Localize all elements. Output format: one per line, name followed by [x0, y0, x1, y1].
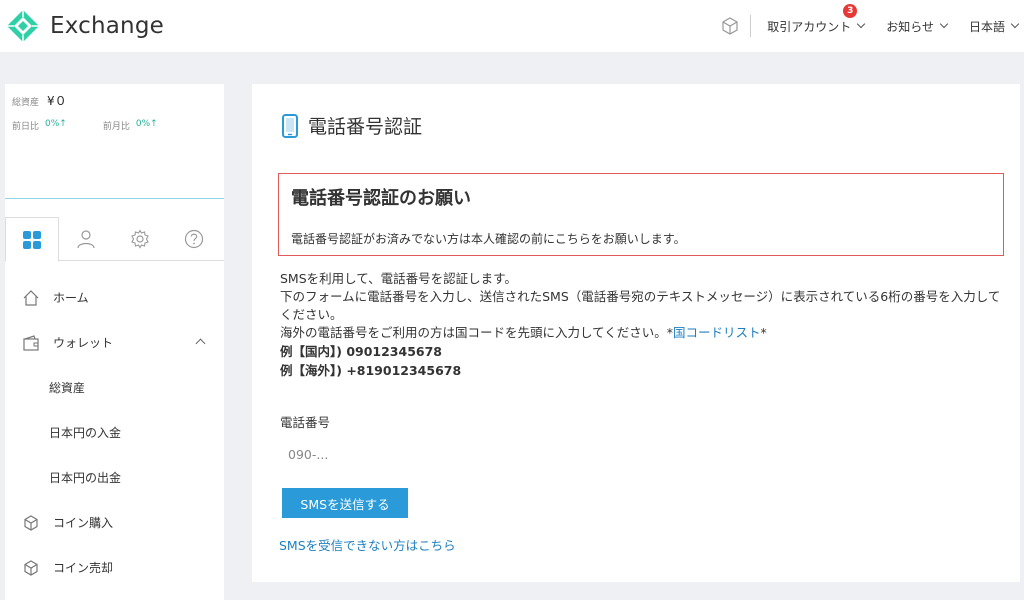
sidebar-item-label: 日本円の出金: [49, 471, 122, 485]
instruction-line: 下のフォームに電話番号を入力し、送信されたSMS（電話番号宛のテキストメッセージ…: [280, 289, 1001, 322]
account-label: 取引アカウント: [767, 19, 852, 34]
sms-help-link[interactable]: SMSを受信できない方はこちら: [279, 535, 456, 554]
sidebar-item-total-assets[interactable]: 総資産: [5, 365, 224, 410]
sidebar-item-label: 総資産: [49, 381, 86, 395]
balance-value: ¥０: [47, 94, 67, 108]
home-icon: [21, 288, 41, 308]
news-label: お知らせ: [886, 19, 934, 34]
main-card: 電話番号認証 電話番号認証のお願い 電話番号認証がお済みでない方は本人確認の前に…: [252, 84, 1020, 582]
gear-icon: [131, 229, 149, 249]
sidebar-menu: ホーム ウォレット 総資産 日本円の入金 日本円の出金 コイン購入 コイン売却: [5, 275, 224, 590]
wallet-icon: [21, 333, 41, 353]
chevron-down-icon: [856, 19, 866, 29]
account-menu[interactable]: 取引アカウント 3: [767, 3, 866, 35]
header-actions: 取引アカウント 3 お知らせ 日本語: [710, 0, 1024, 52]
sidebar: 総資産 ¥０ 前日比 0%↑ 前月比 0%↑ ホーム ウォレット 総資産 日本円…: [5, 84, 224, 600]
prev-day-value: 0%↑: [45, 119, 67, 129]
phone-label: 電話番号: [280, 415, 331, 430]
news-menu[interactable]: お知らせ: [886, 18, 949, 35]
sidebar-item-label: コイン売却: [53, 561, 114, 575]
prev-month-value: 0%↑: [135, 119, 158, 129]
sidebar-item-label: ウォレット: [53, 336, 114, 350]
sidebar-item-jpy-withdraw[interactable]: 日本円の出金: [5, 455, 224, 500]
tab-dashboard[interactable]: [5, 217, 59, 262]
sidebar-item-label: ホーム: [53, 291, 89, 305]
prev-day-label: 前日比: [12, 122, 40, 132]
prev-month-label: 前月比: [102, 122, 130, 132]
chevron-down-icon: [1010, 19, 1020, 29]
header-divider: [750, 15, 752, 37]
logo[interactable]: Exchange: [6, 9, 164, 43]
example-domestic: 例【国内】) 09012345678: [280, 344, 442, 359]
user-icon: [77, 230, 95, 249]
sidebar-divider: [5, 198, 224, 199]
help-icon: [184, 229, 204, 249]
chevron-up-icon[interactable]: [195, 338, 206, 349]
cube-button[interactable]: [710, 16, 750, 36]
send-sms-button[interactable]: SMSを送信する: [282, 488, 408, 518]
chevron-down-icon: [939, 19, 949, 29]
cube-icon: [722, 17, 738, 35]
notice-text: 電話番号認証がお済みでない方は本人確認の前にこちらをお願いします。: [291, 232, 686, 246]
change-row: 前日比 0%↑ 前月比 0%↑: [5, 109, 224, 132]
sidebar-item-label: コイン購入: [53, 516, 114, 530]
example-overseas: 例【海外】) +819012345678: [280, 363, 462, 378]
tab-profile[interactable]: [59, 217, 113, 261]
language-label: 日本語: [968, 19, 1005, 34]
instructions: SMSを利用して、電話番号を認証します。 下のフォームに電話番号を入力し、送信さ…: [280, 270, 1004, 380]
tab-settings[interactable]: [113, 217, 167, 261]
tab-help[interactable]: [167, 217, 221, 261]
sidebar-item-label: 日本円の入金: [49, 426, 122, 440]
exchange-logo-icon: [7, 10, 39, 42]
balance-row: 総資産 ¥０: [5, 84, 224, 109]
instruction-line: 海外の電話番号をご利用の方は国コードを先頭に入力してください。*国コードリスト*: [280, 325, 767, 340]
phone-input[interactable]: [280, 439, 580, 469]
sidebar-item-home[interactable]: ホーム: [5, 275, 224, 320]
cube-icon: [21, 513, 41, 533]
notice-heading: 電話番号認証のお願い: [291, 188, 471, 209]
sidebar-item-coin-sell[interactable]: コイン売却: [5, 545, 224, 590]
top-header: Exchange 取引アカウント 3 お知らせ 日本語: [0, 0, 1024, 52]
grid-icon: [23, 230, 41, 249]
sidebar-item-jpy-deposit[interactable]: 日本円の入金: [5, 410, 224, 455]
sidebar-tabs: [5, 217, 224, 262]
cube-icon: [21, 558, 41, 578]
page-title-text: 電話番号認証: [308, 116, 423, 138]
balance-label: 総資産: [12, 98, 40, 108]
sidebar-item-wallet[interactable]: ウォレット: [5, 320, 224, 365]
country-code-link[interactable]: 国コードリスト: [673, 325, 761, 340]
app-name: Exchange: [50, 13, 164, 39]
instruction-line: SMSを利用して、電話番号を認証します。: [280, 271, 517, 286]
account-badge: 3: [843, 3, 858, 18]
language-menu[interactable]: 日本語: [968, 18, 1020, 35]
smartphone-icon: [282, 113, 298, 138]
notice-box: 電話番号認証のお願い 電話番号認証がお済みでない方は本人確認の前にこちらをお願い…: [278, 173, 1004, 256]
sidebar-item-coin-buy[interactable]: コイン購入: [5, 500, 224, 545]
page-title: 電話番号認証: [282, 112, 422, 139]
